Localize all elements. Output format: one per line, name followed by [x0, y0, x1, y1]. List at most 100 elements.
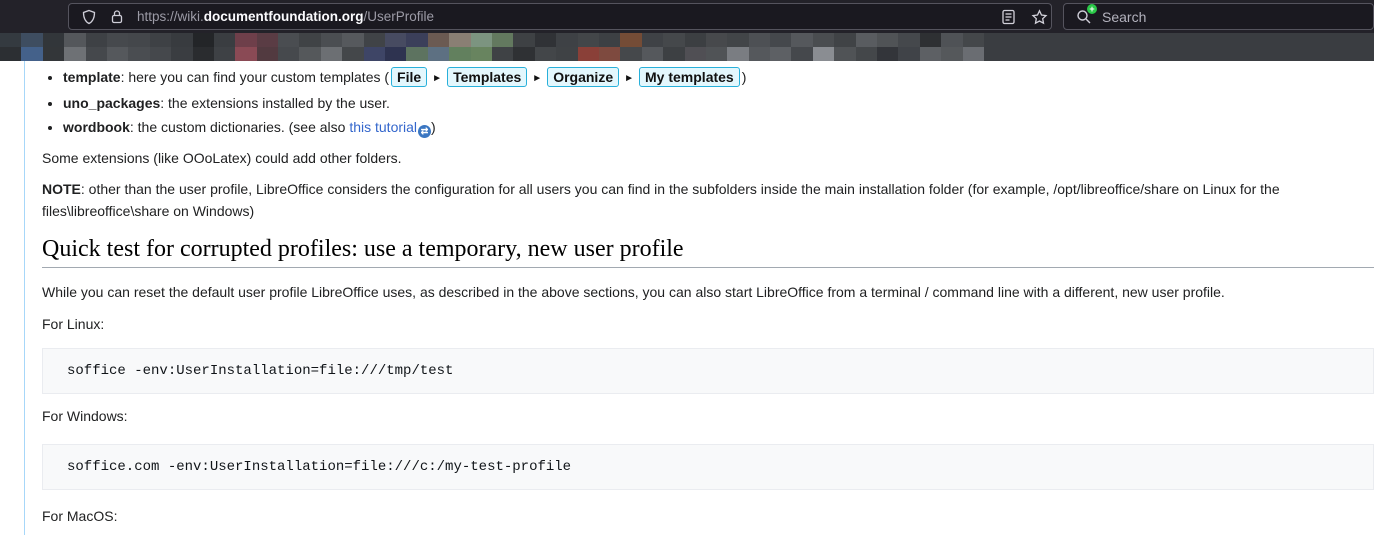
- list-suffix: ): [431, 119, 436, 135]
- bookmark-block: [535, 47, 556, 61]
- bookmark-block: [299, 33, 320, 47]
- bookmark-block: [663, 33, 684, 47]
- bookmark-block: [749, 33, 770, 47]
- bookmark-block: [0, 33, 21, 47]
- list-item: template: here you can find your custom …: [63, 65, 1374, 91]
- bookmark-block: [727, 47, 748, 61]
- bookmark-block: [941, 47, 962, 61]
- bookmark-block: [471, 33, 492, 47]
- macos-label: For MacOS:: [42, 506, 1374, 526]
- bookmark-block: [556, 47, 577, 61]
- bookmark-block: [791, 47, 812, 61]
- bookmark-block: [920, 47, 941, 61]
- bookmark-block: [321, 33, 342, 47]
- bookmark-block: [43, 47, 64, 61]
- url-path: /UserProfile: [364, 9, 435, 24]
- bookmark-block: [513, 47, 534, 61]
- bookmark-block: [321, 47, 342, 61]
- bookmark-block: [813, 33, 834, 47]
- menu-arrow-icon: ►: [624, 73, 634, 84]
- list-term: wordbook: [63, 119, 130, 135]
- bookmark-block: [770, 33, 791, 47]
- bookmark-block: [107, 33, 128, 47]
- menu-key-organize: Organize: [547, 67, 619, 87]
- bookmark-block: [727, 33, 748, 47]
- linux-label: For Linux:: [42, 314, 1374, 334]
- menu-key-my-templates: My templates: [639, 67, 740, 87]
- linux-code-block: soffice -env:UserInstallation=file:///tm…: [42, 348, 1374, 394]
- bookmark-block: [685, 47, 706, 61]
- bookmark-block: [963, 33, 984, 47]
- bookmark-block: [0, 47, 21, 61]
- bookmark-block: [385, 33, 406, 47]
- list-term: uno_packages: [63, 95, 160, 111]
- bookmark-block: [770, 47, 791, 61]
- bookmark-star-icon[interactable]: [1028, 6, 1050, 28]
- blurred-bookmarks[interactable]: [0, 33, 985, 61]
- url-text: https://wiki.documentfoundation.org/User…: [137, 9, 434, 24]
- add-search-engine-badge: +: [1087, 4, 1097, 14]
- bookmarks-bar: [0, 33, 1374, 61]
- bookmark-block: [342, 33, 363, 47]
- profile-folder-list: template: here you can find your custom …: [42, 65, 1374, 139]
- bookmark-block: [556, 33, 577, 47]
- bookmark-block: [599, 47, 620, 61]
- url-bar[interactable]: https://wiki.documentfoundation.org/User…: [68, 3, 1052, 30]
- bookmark-block: [492, 33, 513, 47]
- bookmark-block: [791, 33, 812, 47]
- bookmark-block: [963, 47, 984, 61]
- bookmark-block: [364, 33, 385, 47]
- list-item: uno_packages: the extensions installed b…: [63, 91, 1374, 115]
- bookmark-block: [299, 47, 320, 61]
- note-paragraph: NOTE: other than the user profile, Libre…: [42, 178, 1374, 222]
- list-text: : the extensions installed by the user.: [160, 95, 390, 111]
- bookmark-block: [877, 47, 898, 61]
- bookmark-block: [86, 47, 107, 61]
- bookmark-block: [342, 47, 363, 61]
- bookmark-block: [685, 33, 706, 47]
- bookmark-block: [578, 33, 599, 47]
- menu-arrow-icon: ►: [432, 73, 442, 84]
- note-line1: : other than the user profile, LibreOffi…: [81, 181, 1280, 197]
- menu-arrow-icon: ►: [532, 73, 542, 84]
- bookmark-block: [749, 47, 770, 61]
- bookmark-block: [428, 33, 449, 47]
- shield-icon[interactable]: [79, 7, 99, 27]
- list-text: : the custom dictionaries. (see also: [130, 119, 349, 135]
- bookmark-block: [620, 33, 641, 47]
- bookmark-block: [663, 47, 684, 61]
- search-icon: +: [1074, 7, 1094, 27]
- bookmark-block: [43, 33, 64, 47]
- bookmark-block: [642, 47, 663, 61]
- bookmark-block: [449, 47, 470, 61]
- bookmark-block: [834, 47, 855, 61]
- bookmark-block: [278, 33, 299, 47]
- bookmark-block: [898, 33, 919, 47]
- tutorial-link[interactable]: this tutorial: [349, 119, 417, 135]
- url-domain: documentfoundation.org: [204, 9, 364, 24]
- bookmark-block: [834, 33, 855, 47]
- bookmark-block: [278, 47, 299, 61]
- search-input[interactable]: + Search: [1063, 3, 1374, 30]
- lock-icon[interactable]: [107, 7, 127, 27]
- search-placeholder: Search: [1102, 9, 1146, 25]
- bookmark-block: [193, 33, 214, 47]
- bookmark-block: [64, 47, 85, 61]
- bookmark-block: [193, 47, 214, 61]
- reader-mode-icon[interactable]: [997, 6, 1019, 28]
- intro-paragraph: While you can reset the default user pro…: [42, 282, 1374, 302]
- bookmark-block: [706, 33, 727, 47]
- bookmark-block: [706, 47, 727, 61]
- note-line2: files\libreoffice\share on Windows): [42, 203, 254, 219]
- list-suffix: ): [742, 69, 747, 85]
- bookmark-block: [128, 47, 149, 61]
- bookmark-block: [385, 47, 406, 61]
- bookmark-block: [214, 33, 235, 47]
- bookmark-block: [877, 33, 898, 47]
- external-link-icon[interactable]: ⇄: [418, 125, 431, 138]
- bookmark-block: [257, 47, 278, 61]
- bookmark-block: [449, 33, 470, 47]
- bookmark-block: [214, 47, 235, 61]
- bookmark-block: [813, 47, 834, 61]
- bookmark-block: [513, 33, 534, 47]
